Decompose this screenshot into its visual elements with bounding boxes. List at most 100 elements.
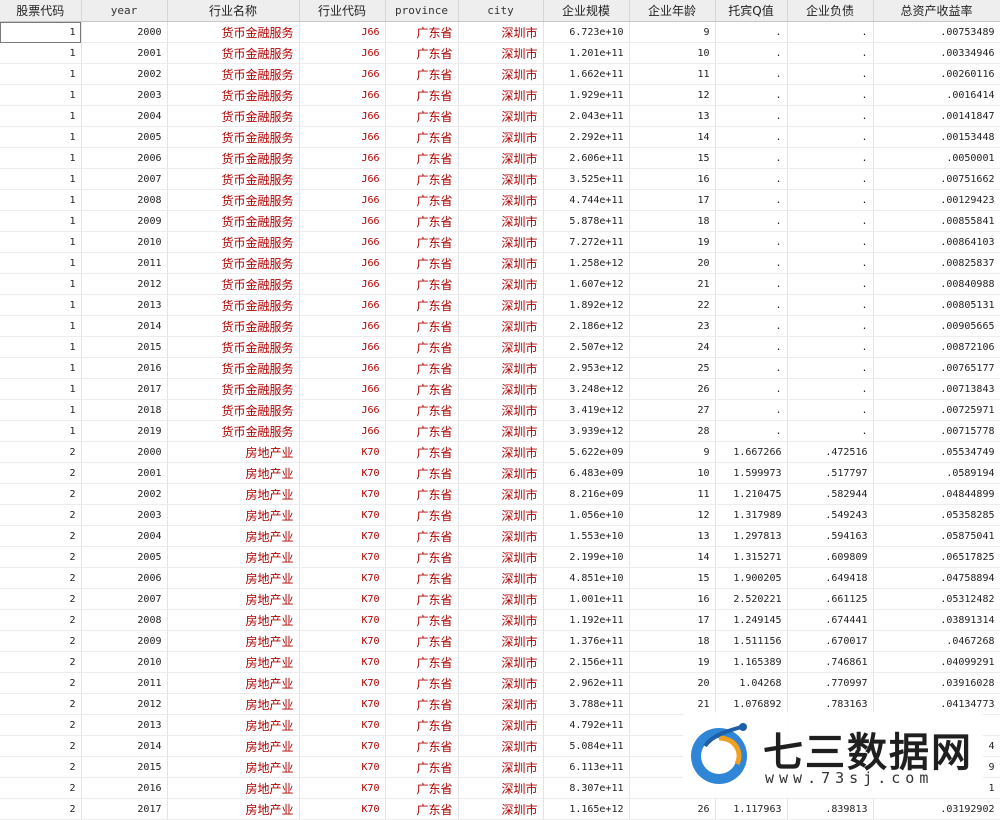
cell-leverage[interactable]: . <box>787 63 874 85</box>
cell-industry-code[interactable]: J66 <box>299 252 386 274</box>
cell-roa[interactable]: .00905665 <box>873 315 1000 337</box>
cell-province[interactable]: 广东省 <box>385 105 459 127</box>
cell-industry-code[interactable]: J66 <box>299 126 386 148</box>
cell-firm-size[interactable]: 1.056e+10 <box>543 504 630 526</box>
cell-tobin-q[interactable]: 2.520221 <box>715 588 788 610</box>
cell-leverage[interactable]: .609809 <box>787 546 874 568</box>
cell-city[interactable]: 深圳市 <box>458 714 544 736</box>
cell-roa[interactable]: .00765177 <box>873 357 1000 379</box>
cell-tobin-q[interactable]: . <box>715 231 788 253</box>
cell-year[interactable]: 2003 <box>81 84 168 106</box>
cell-province[interactable]: 广东省 <box>385 588 459 610</box>
cell-industry-code[interactable]: J66 <box>299 399 386 421</box>
cell-roa[interactable]: .00260116 <box>873 63 1000 85</box>
cell-firm-age[interactable]: 13 <box>629 105 716 127</box>
cell-tobin-q[interactable]: . <box>715 105 788 127</box>
cell-city[interactable]: 深圳市 <box>458 462 544 484</box>
cell-firm-size[interactable]: 8.216e+09 <box>543 483 630 505</box>
table-row[interactable]: 1 2019 货币金融服务 J66 广东省 深圳市 3.939e+12 28.. .007157… <box>0 420 1000 442</box>
cell-tobin-q[interactable]: 1.165389 <box>715 651 788 673</box>
cell-industry-name[interactable]: 房地产业 <box>167 546 300 568</box>
cell-city[interactable]: 深圳市 <box>458 189 544 211</box>
cell-stock-code[interactable]: 1 <box>0 399 82 421</box>
cell-firm-size[interactable]: 3.248e+12 <box>543 378 630 400</box>
table-row[interactable]: 2 2009 房地产业 K70 广东省 深圳市 1.376e+11 18 1.511156.67… <box>0 630 1000 652</box>
cell-leverage[interactable]: .649418 <box>787 567 874 589</box>
cell-year[interactable]: 2017 <box>81 798 168 820</box>
cell-firm-size[interactable]: 6.723e+10 <box>543 21 630 43</box>
cell-leverage[interactable]: . <box>787 420 874 442</box>
cell-roa[interactable]: .03192902 <box>873 798 1000 820</box>
cell-industry-name[interactable]: 货币金融服务 <box>167 21 300 43</box>
cell-leverage[interactable]: . <box>787 147 874 169</box>
cell-year[interactable]: 2011 <box>81 672 168 694</box>
cell-stock-code[interactable]: 1 <box>0 147 82 169</box>
cell-city[interactable]: 深圳市 <box>458 777 544 799</box>
cell-firm-age[interactable]: 12 <box>629 504 716 526</box>
cell-province[interactable]: 广东省 <box>385 357 459 379</box>
cell-city[interactable]: 深圳市 <box>458 63 544 85</box>
cell-tobin-q[interactable]: . <box>715 126 788 148</box>
cell-firm-size[interactable]: 1.553e+10 <box>543 525 630 547</box>
cell-industry-code[interactable]: K70 <box>299 756 386 778</box>
cell-leverage[interactable]: . <box>787 105 874 127</box>
cell-stock-code[interactable]: 1 <box>0 63 82 85</box>
cell-industry-code[interactable]: J66 <box>299 273 386 295</box>
cell-tobin-q[interactable]: . <box>715 84 788 106</box>
column-header-leverage[interactable]: 企业负债 <box>787 0 874 22</box>
cell-tobin-q[interactable]: 1.249145 <box>715 609 788 631</box>
cell-roa[interactable]: .00805131 <box>873 294 1000 316</box>
cell-province[interactable]: 广东省 <box>385 147 459 169</box>
cell-roa[interactable]: .03916028 <box>873 672 1000 694</box>
cell-industry-name[interactable]: 货币金融服务 <box>167 84 300 106</box>
cell-industry-code[interactable]: K70 <box>299 588 386 610</box>
cell-year[interactable]: 2002 <box>81 63 168 85</box>
cell-firm-size[interactable]: 3.419e+12 <box>543 399 630 421</box>
cell-province[interactable]: 广东省 <box>385 231 459 253</box>
cell-industry-code[interactable]: J66 <box>299 231 386 253</box>
cell-city[interactable]: 深圳市 <box>458 252 544 274</box>
cell-tobin-q[interactable]: 1.511156 <box>715 630 788 652</box>
cell-firm-age[interactable]: 10 <box>629 42 716 64</box>
cell-province[interactable]: 广东省 <box>385 462 459 484</box>
cell-province[interactable]: 广东省 <box>385 504 459 526</box>
table-row[interactable]: 1 2012 货币金融服务 J66 广东省 深圳市 1.607e+12 21.. .008409… <box>0 273 1000 295</box>
cell-roa[interactable]: .00872106 <box>873 336 1000 358</box>
cell-year[interactable]: 2008 <box>81 609 168 631</box>
column-header-tobin-q[interactable]: 托宾Q值 <box>715 0 788 22</box>
cell-roa[interactable]: .00141847 <box>873 105 1000 127</box>
table-row[interactable]: 1 2005 货币金融服务 J66 广东省 深圳市 2.292e+11 14.. .001534… <box>0 126 1000 148</box>
cell-city[interactable]: 深圳市 <box>458 609 544 631</box>
table-row[interactable]: 1 2017 货币金融服务 J66 广东省 深圳市 3.248e+12 26.. .007138… <box>0 378 1000 400</box>
cell-year[interactable]: 2006 <box>81 567 168 589</box>
cell-stock-code[interactable]: 2 <box>0 609 82 631</box>
cell-stock-code[interactable]: 2 <box>0 567 82 589</box>
cell-industry-name[interactable]: 货币金融服务 <box>167 252 300 274</box>
cell-leverage[interactable]: . <box>787 294 874 316</box>
cell-leverage[interactable]: . <box>787 210 874 232</box>
column-header-year[interactable]: year <box>81 0 168 22</box>
cell-year[interactable]: 2016 <box>81 357 168 379</box>
cell-year[interactable]: 2003 <box>81 504 168 526</box>
cell-province[interactable]: 广东省 <box>385 651 459 673</box>
table-row[interactable]: 2 2017 房地产业 K70 广东省 深圳市 1.165e+12 26 1.117963.83… <box>0 798 1000 820</box>
cell-leverage[interactable]: . <box>787 399 874 421</box>
cell-industry-code[interactable]: K70 <box>299 714 386 736</box>
cell-industry-code[interactable]: J66 <box>299 189 386 211</box>
table-row[interactable]: 1 2016 货币金融服务 J66 广东省 深圳市 2.953e+12 25.. .007651… <box>0 357 1000 379</box>
cell-leverage[interactable]: .661125 <box>787 588 874 610</box>
cell-stock-code[interactable]: 1 <box>0 294 82 316</box>
cell-stock-code[interactable]: 2 <box>0 525 82 547</box>
cell-stock-code[interactable]: 1 <box>0 210 82 232</box>
cell-tobin-q[interactable]: 1.210475 <box>715 483 788 505</box>
cell-firm-size[interactable]: 4.744e+11 <box>543 189 630 211</box>
cell-industry-name[interactable]: 货币金融服务 <box>167 168 300 190</box>
cell-industry-code[interactable]: J66 <box>299 420 386 442</box>
cell-firm-size[interactable]: 2.199e+10 <box>543 546 630 568</box>
cell-firm-size[interactable]: 1.929e+11 <box>543 84 630 106</box>
cell-tobin-q[interactable]: . <box>715 252 788 274</box>
cell-year[interactable]: 2000 <box>81 21 168 43</box>
cell-industry-code[interactable]: J66 <box>299 147 386 169</box>
cell-firm-size[interactable]: 2.606e+11 <box>543 147 630 169</box>
cell-industry-name[interactable]: 房地产业 <box>167 441 300 463</box>
